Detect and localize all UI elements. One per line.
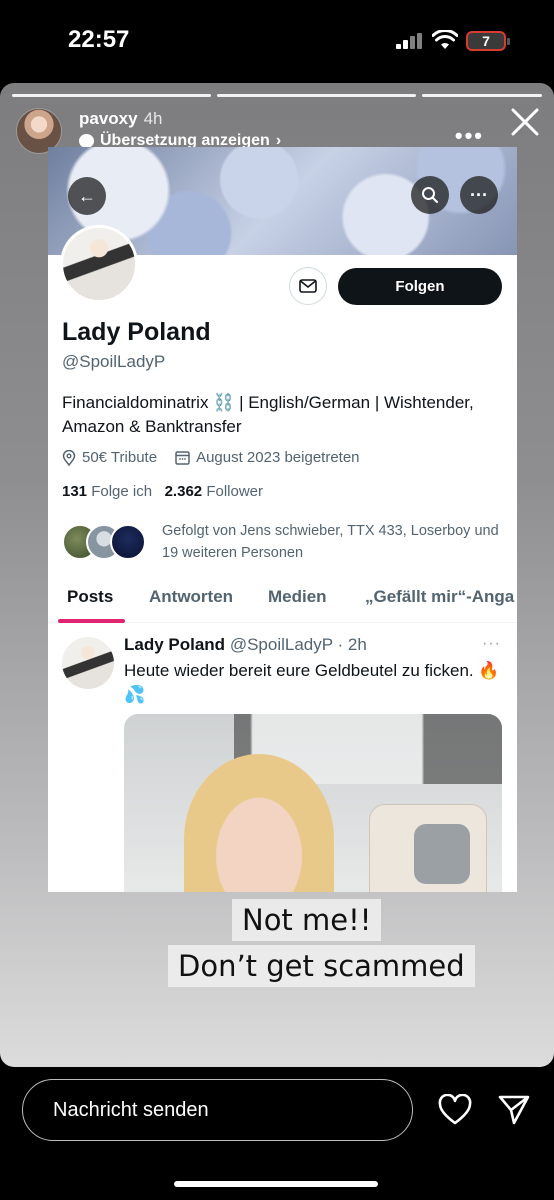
profile-avatar [60,225,138,303]
tweet-avatar [62,637,114,689]
tweet-author: Lady Poland [124,635,226,654]
send-icon[interactable] [497,1094,531,1126]
profile-stats: 131 Folge ich 2.362 Follower [62,483,263,500]
active-tab-indicator [58,619,125,623]
tab-media: Medien [268,587,327,606]
following-count: 131 [62,483,88,500]
home-indicator [174,1181,378,1187]
progress-segment [422,94,542,97]
calendar-icon [175,451,190,465]
progress-segment [12,94,212,97]
close-icon[interactable] [508,105,542,139]
clock: 22:57 [68,26,130,53]
profile-joined: August 2023 beigetreten [196,449,360,466]
tweet-handle-time: @SpoilLadyP · 2h [229,635,367,654]
cellular-signal-icon [396,33,422,49]
profile-bio: Financialdominatrix ⛓️ | English/German … [62,393,474,436]
speech-bubble-icon [79,134,94,148]
wifi-icon [432,30,458,49]
message-icon [289,267,327,305]
tweet-text: Heute wieder bereit eure Geldbeutel zu f… [124,661,500,704]
status-bar: 22:57 7 [0,0,554,80]
tab-posts: Posts [67,587,114,606]
story-progress [12,94,542,97]
tab-replies: Antworten [149,587,234,606]
followers-label: Follower [206,483,263,500]
more-options-icon[interactable]: ••• [455,123,484,149]
tweet-header: Lady Poland @SpoilLadyP · 2h [124,635,367,655]
following-label: Folge ich [91,483,153,500]
follower-avatar [110,524,146,560]
username-text: pavoxy [79,109,138,128]
story-caption: Don’t get scammed [168,945,475,987]
location-pin-icon [62,449,76,466]
more-options-icon: ··· [460,176,498,214]
profile-location: 50€ Tribute [82,449,158,466]
tweet-photo [124,714,502,892]
follow-button: Folgen [338,268,502,305]
story-username[interactable]: pavoxy 4h [79,109,163,129]
story-time: 4h [143,109,163,128]
search-icon [411,176,449,214]
followers-count: 2.362 [164,483,203,500]
followed-by-text: Gefolgt von Jens schwieber, TTX 433, Los… [162,523,499,561]
profile-tabs: Posts Antworten Medien „Gefällt mir“-Ang… [48,575,517,623]
profile-name: Lady Poland [62,318,211,346]
embedded-profile-screenshot: ← ··· Folgen Lady Poland @SpoilLadyP Fin… [48,147,517,892]
story-frame[interactable]: pavoxy 4h Übersetzung anzeigen › ••• ← ··… [0,83,554,1067]
message-input[interactable]: Nachricht senden [22,1079,413,1141]
profile-handle: @SpoilLadyP [62,352,166,371]
heart-icon[interactable] [438,1094,472,1126]
profile-meta: 50€ Tribute August 2023 beigetreten [62,449,360,466]
tab-likes: „Gefällt mir“-Anga [365,587,515,606]
tweet-more-icon: ··· [482,635,501,652]
story-caption: Not me!! [232,899,382,941]
battery-icon: 7 [466,31,510,51]
progress-segment [217,94,417,97]
followed-by: Gefolgt von Jens schwieber, TTX 433, Los… [62,519,507,565]
back-arrow-icon: ← [68,177,106,215]
